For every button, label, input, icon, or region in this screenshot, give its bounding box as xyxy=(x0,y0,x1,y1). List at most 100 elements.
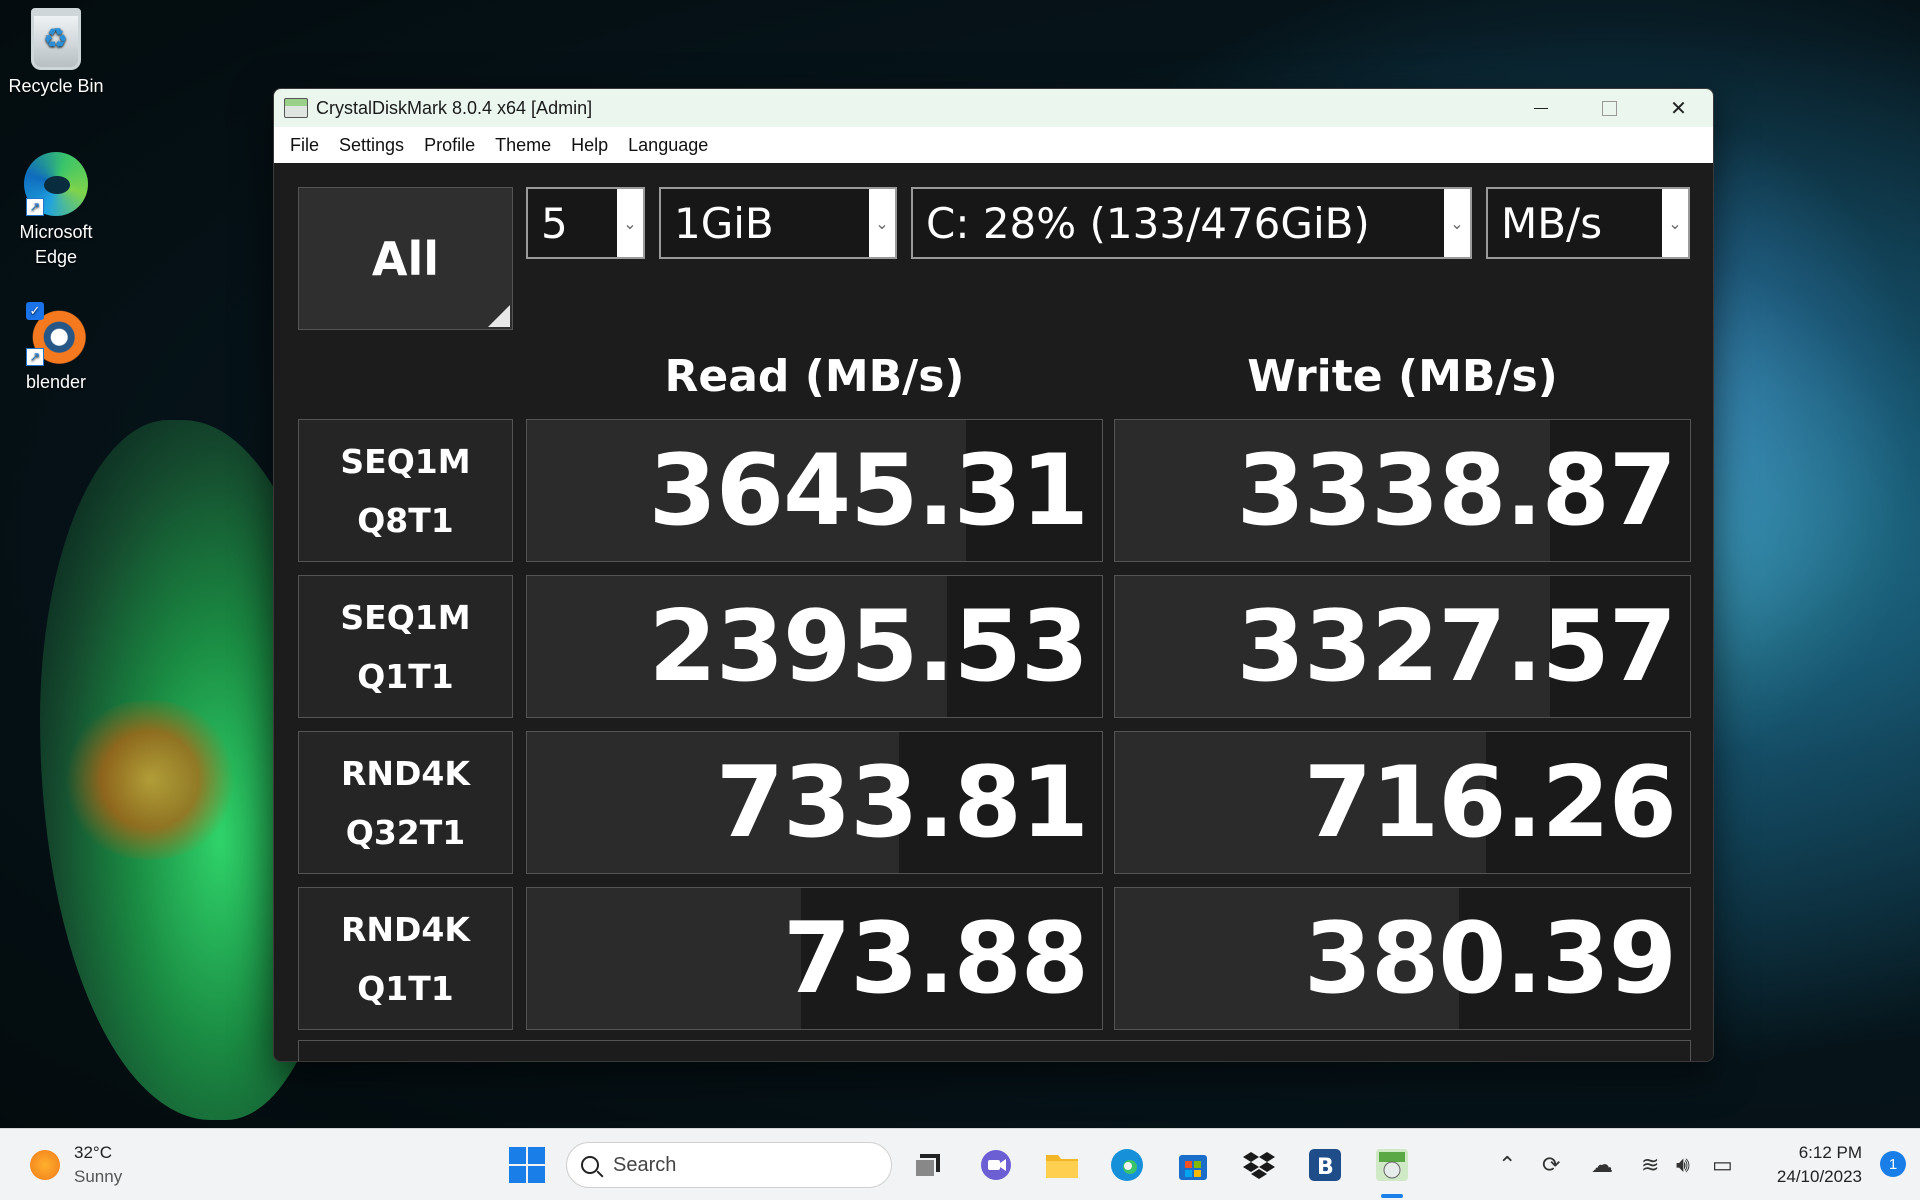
run-all-label: All xyxy=(371,231,440,286)
b-app-button[interactable]: B xyxy=(1306,1146,1344,1184)
weather-condition: Sunny xyxy=(74,1167,123,1186)
desktop-icon-label: blender xyxy=(25,372,87,392)
drive-select[interactable]: C: 28% (133/476GiB) ⌄ xyxy=(911,187,1472,259)
read-result-value: 2395.53 xyxy=(648,589,1089,704)
menu-file[interactable]: File xyxy=(280,135,329,156)
chevron-down-icon: ⌄ xyxy=(1662,189,1688,257)
crystaldiskmark-window: CrystalDiskMark 8.0.4 x64 [Admin] ✕ File… xyxy=(273,88,1714,1062)
write-result-cell: 716.26 xyxy=(1114,731,1691,874)
write-result-cell: 380.39 xyxy=(1114,887,1691,1030)
write-result-value: 380.39 xyxy=(1303,901,1677,1016)
chat-icon xyxy=(981,1150,1011,1180)
unit-select[interactable]: MB/s ⌄ xyxy=(1486,187,1690,259)
write-result-cell: 3327.57 xyxy=(1114,575,1691,718)
benchmark-panel: All 5 ⌄ 1GiB ⌄ C: 28% (133/476GiB) ⌄ MB/… xyxy=(274,163,1713,1061)
test-button-seq1m-q1t1[interactable]: SEQ1M Q1T1 xyxy=(298,575,513,718)
dropbox-icon xyxy=(1243,1152,1275,1179)
test-button-seq1m-q8t1[interactable]: SEQ1M Q8T1 xyxy=(298,419,513,562)
dropbox-button[interactable] xyxy=(1240,1146,1278,1184)
window-title: CrystalDiskMark 8.0.4 x64 [Admin] xyxy=(316,97,593,118)
blender-icon: ✓ ↗ xyxy=(24,302,88,366)
shortcut-arrow-icon: ↗ xyxy=(26,198,44,216)
menu-settings[interactable]: Settings xyxy=(329,135,414,156)
test-params: Q1T1 xyxy=(357,968,454,1008)
menu-help[interactable]: Help xyxy=(561,135,618,156)
read-result-value: 73.88 xyxy=(783,901,1089,1016)
notification-badge[interactable]: 1 xyxy=(1880,1151,1906,1177)
maximize-button[interactable] xyxy=(1575,89,1644,127)
onedrive-icon[interactable]: ☁ xyxy=(1591,1152,1613,1178)
sync-icon[interactable]: ⟳ xyxy=(1542,1152,1560,1178)
read-header: Read (MB/s) xyxy=(664,351,965,402)
clock-time: 6:12 PM xyxy=(1798,1143,1862,1162)
volume-icon[interactable]: 🔊︎ xyxy=(1676,1152,1690,1178)
sun-icon xyxy=(30,1150,60,1180)
recycle-bin-icon xyxy=(31,8,81,70)
chevron-up-icon[interactable]: ⌃ xyxy=(1498,1152,1516,1178)
taskbar-search[interactable]: Search xyxy=(566,1142,892,1188)
desktop-icon-recycle-bin[interactable]: Recycle Bin xyxy=(0,8,112,99)
write-result-value: 3338.87 xyxy=(1236,433,1677,548)
crystaldiskmark-app-icon xyxy=(284,98,308,118)
menu-theme[interactable]: Theme xyxy=(485,135,561,156)
store-button[interactable] xyxy=(1174,1146,1212,1184)
edge-taskbar-button[interactable] xyxy=(1108,1146,1146,1184)
svg-text:B: B xyxy=(1317,1155,1334,1180)
minimize-button[interactable] xyxy=(1506,89,1575,127)
test-button-rnd4k-q1t1[interactable]: RND4K Q1T1 xyxy=(298,887,513,1030)
task-view-icon xyxy=(914,1154,940,1178)
file-explorer-button[interactable] xyxy=(1043,1146,1081,1184)
teams-chat-button[interactable] xyxy=(977,1146,1015,1184)
crystaldiskmark-taskbar-button[interactable] xyxy=(1373,1146,1411,1184)
unit-value: MB/s xyxy=(1501,198,1603,248)
read-result-cell: 73.88 xyxy=(526,887,1103,1030)
start-button[interactable] xyxy=(508,1146,546,1184)
folder-icon xyxy=(1046,1155,1078,1178)
menu-profile[interactable]: Profile xyxy=(414,135,485,156)
menu-language[interactable]: Language xyxy=(618,135,718,156)
wallpaper-orange-shape xyxy=(60,700,240,860)
comment-box[interactable] xyxy=(298,1040,1691,1061)
read-result-cell: 3645.31 xyxy=(526,419,1103,562)
drive-value: C: 28% (133/476GiB) xyxy=(926,198,1370,248)
chevron-down-icon: ⌄ xyxy=(617,189,643,257)
read-result-cell: 2395.53 xyxy=(526,575,1103,718)
search-icon xyxy=(581,1156,599,1174)
weather-widget[interactable]: 32°C Sunny xyxy=(30,1141,122,1189)
read-result-value: 3645.31 xyxy=(648,433,1089,548)
taskbar: 32°C Sunny Search B ⌃ ⟳ ☁ ≋ 🔊︎ ▭ 6:12 PM… xyxy=(0,1128,1920,1200)
test-params: Q1T1 xyxy=(357,656,454,696)
test-name: RND4K xyxy=(341,909,470,949)
battery-icon[interactable]: ▭ xyxy=(1712,1152,1733,1178)
test-button-rnd4k-q32t1[interactable]: RND4K Q32T1 xyxy=(298,731,513,874)
selection-checkbox-icon[interactable]: ✓ xyxy=(26,302,44,320)
read-result-value: 733.81 xyxy=(715,745,1089,860)
active-app-indicator xyxy=(1381,1194,1403,1198)
windows-logo-icon xyxy=(509,1147,526,1164)
test-params: Q32T1 xyxy=(345,812,466,852)
crystaldiskmark-icon xyxy=(1376,1149,1408,1181)
test-count-value: 5 xyxy=(541,198,568,248)
desktop-icon-blender[interactable]: ✓ ↗ blender xyxy=(0,302,112,395)
test-count-select[interactable]: 5 ⌄ xyxy=(526,187,645,259)
wifi-icon[interactable]: ≋ xyxy=(1641,1152,1659,1178)
test-name: RND4K xyxy=(341,753,470,793)
test-name: SEQ1M xyxy=(340,597,471,637)
chevron-down-icon: ⌄ xyxy=(869,189,895,257)
edge-icon xyxy=(1111,1149,1143,1181)
desktop-icon-label: Recycle Bin xyxy=(8,76,104,96)
write-result-cell: 3338.87 xyxy=(1114,419,1691,562)
task-view-button[interactable] xyxy=(910,1146,948,1184)
search-placeholder: Search xyxy=(613,1153,677,1176)
desktop-icon-label: Microsoft Edge xyxy=(19,222,93,267)
test-size-select[interactable]: 1GiB ⌄ xyxy=(659,187,897,259)
run-all-button[interactable]: All xyxy=(298,187,513,330)
write-result-value: 716.26 xyxy=(1303,745,1677,860)
weather-temperature: 32°C xyxy=(74,1143,112,1162)
clock[interactable]: 6:12 PM 24/10/2023 xyxy=(1777,1141,1862,1189)
read-result-bar xyxy=(527,888,802,1029)
close-button[interactable]: ✕ xyxy=(1644,89,1713,127)
test-params: Q8T1 xyxy=(357,500,454,540)
desktop-icon-edge[interactable]: ↗ Microsoft Edge xyxy=(0,152,112,270)
title-bar[interactable]: CrystalDiskMark 8.0.4 x64 [Admin] ✕ xyxy=(274,89,1713,127)
